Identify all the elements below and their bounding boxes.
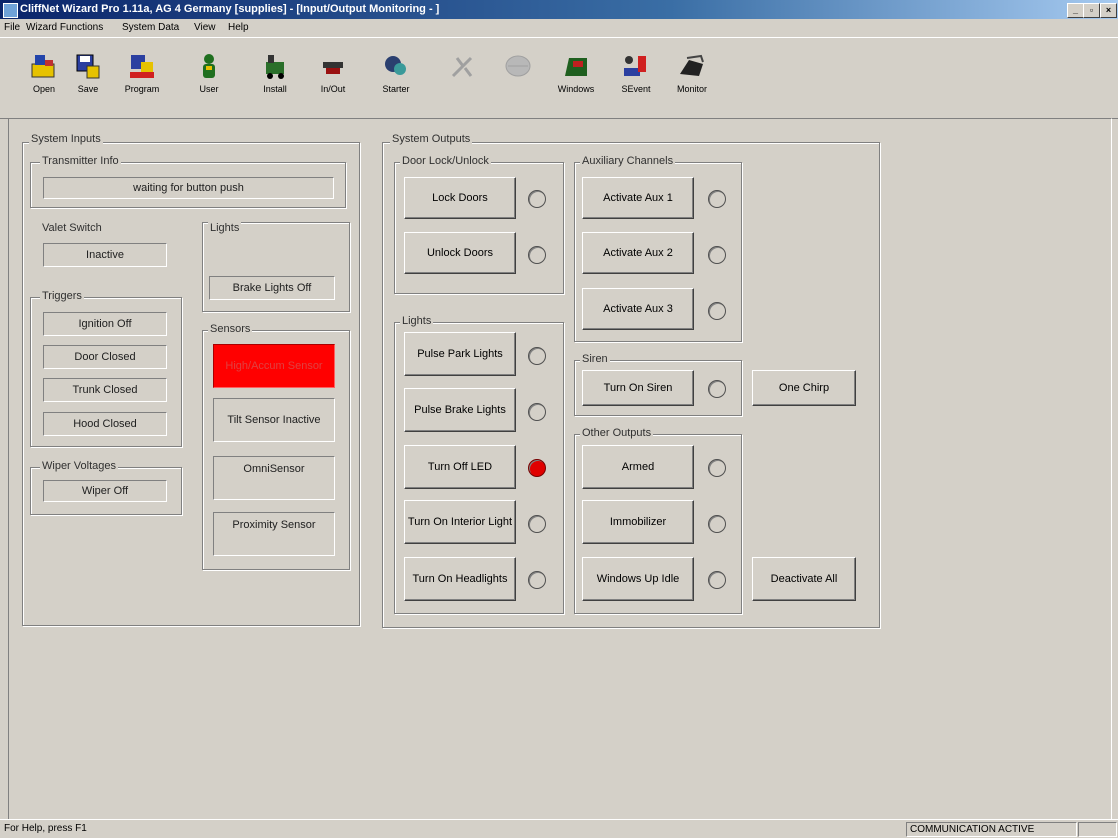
sensor-tilt-value: Tilt Sensor Inactive [213,398,335,442]
trigger-hood-value: Hood Closed [43,412,167,436]
brake-lights-value: Brake Lights Off [209,276,335,300]
immobilizer-indicator [708,515,726,533]
status-panel-empty [1078,822,1117,837]
deactivate-all-button[interactable]: Deactivate All [752,557,856,601]
menu-system-data[interactable]: System Data [122,22,179,33]
aux-2-indicator [708,246,726,264]
headlights-indicator [528,571,546,589]
pulse-brake-lights-button[interactable]: Pulse Brake Lights [404,388,516,432]
toolbar-disabled-button-2[interactable] [496,48,540,112]
sevent-icon [621,52,651,80]
close-button[interactable]: × [1100,3,1117,18]
lock-doors-indicator [528,190,546,208]
restore-button[interactable]: ▫ [1083,3,1100,18]
turn-off-led-button[interactable]: Turn Off LED [404,445,516,489]
in-out-icon [318,52,348,80]
windows-icon [561,52,591,80]
disabled-tool-icon [503,52,533,80]
menu-view[interactable]: View [194,22,216,33]
toolbar-in-out-button[interactable]: In/Out [311,48,355,112]
menu-wizard-functions[interactable]: Wizard Functions [26,22,103,33]
menu-help[interactable]: Help [228,22,249,33]
trigger-door-value: Door Closed [43,345,167,369]
sensor-proximity-value: Proximity Sensor [213,512,335,556]
toolbar: Open Save Program User Install In/Out St… [0,37,1118,119]
toolbar-starter-button[interactable]: Starter [374,48,418,112]
wiper-voltage-value: Wiper Off [43,480,167,502]
unlock-doors-button[interactable]: Unlock Doors [404,232,516,274]
title-bar[interactable]: CliffNet Wizard Pro 1.11a, AG 4 Germany … [0,0,1118,19]
toolbar-sevent-button[interactable]: SEvent [614,48,658,112]
siren-indicator [708,380,726,398]
open-icon [29,52,59,80]
disabled-tool-icon [447,52,477,80]
pulse-park-lights-button[interactable]: Pulse Park Lights [404,332,516,376]
lock-doors-button[interactable]: Lock Doors [404,177,516,219]
siren-title: Siren [580,353,610,365]
toolbar-user-button[interactable]: User [187,48,231,112]
armed-indicator [708,459,726,477]
trigger-trunk-value: Trunk Closed [43,378,167,402]
transmitter-info-value: waiting for button push [43,177,334,199]
pulse-park-lights-indicator [528,347,546,365]
one-chirp-button[interactable]: One Chirp [752,370,856,406]
triggers-title: Triggers [40,290,84,302]
toolbar-windows-button[interactable]: Windows [554,48,598,112]
toolbar-monitor-button[interactable]: Monitor [670,48,714,112]
window-title: CliffNet Wizard Pro 1.11a, AG 4 Germany … [20,3,440,15]
monitor-icon [677,52,707,80]
aux-1-indicator [708,190,726,208]
menu-bar: File Wizard Functions System Data View H… [0,19,1118,37]
menu-file[interactable]: File [4,22,20,33]
valet-switch-title: Valet Switch [40,222,104,234]
user-icon [194,52,224,80]
toolbar-disabled-button-1[interactable] [440,48,484,112]
install-icon [260,52,290,80]
save-icon [73,52,103,80]
turn-on-interior-light-button[interactable]: Turn On Interior Light [404,500,516,544]
turn-on-headlights-button[interactable]: Turn On Headlights [404,557,516,601]
pulse-brake-lights-indicator [528,403,546,421]
program-icon [127,52,157,80]
wiper-voltages-title: Wiper Voltages [40,460,118,472]
starter-icon [381,52,411,80]
activate-aux-2-button[interactable]: Activate Aux 2 [582,232,694,274]
communication-status: COMMUNICATION ACTIVE [906,822,1077,837]
sensor-omni-value: OmniSensor [213,456,335,500]
other-outputs-title: Other Outputs [580,427,654,439]
toolbar-program-button[interactable]: Program [120,48,164,112]
system-inputs-title: System Inputs [29,133,103,145]
interior-light-indicator [528,515,546,533]
trigger-ignition-value: Ignition Off [43,312,167,336]
app-icon[interactable] [3,3,18,18]
activate-aux-3-button[interactable]: Activate Aux 3 [582,288,694,330]
toolbar-save-button[interactable]: Save [66,48,110,112]
toolbar-open-button[interactable]: Open [22,48,66,112]
system-outputs-title: System Outputs [390,133,473,145]
auxiliary-channels-title: Auxiliary Channels [580,155,676,167]
output-lights-title: Lights [400,315,434,327]
status-bar: For Help, press F1 COMMUNICATION ACTIVE [0,819,1118,838]
unlock-doors-indicator [528,246,546,264]
windows-up-idle-button[interactable]: Windows Up Idle [582,557,694,601]
transmitter-info-title: Transmitter Info [40,155,121,167]
immobilizer-button[interactable]: Immobilizer [582,500,694,544]
activate-aux-1-button[interactable]: Activate Aux 1 [582,177,694,219]
status-help-text: For Help, press F1 [4,823,87,834]
valet-switch-value: Inactive [43,243,167,267]
input-lights-title: Lights [208,222,242,234]
windows-indicator [708,571,726,589]
led-indicator-on [528,459,546,477]
minimize-button[interactable]: _ [1067,3,1084,18]
toolbar-install-button[interactable]: Install [253,48,297,112]
armed-button[interactable]: Armed [582,445,694,489]
sensor-accum-value: High/Accum Sensor [213,344,335,388]
aux-3-indicator [708,302,726,320]
turn-on-siren-button[interactable]: Turn On Siren [582,370,694,406]
sensors-title: Sensors [208,323,253,335]
door-lock-title: Door Lock/Unlock [400,155,491,167]
